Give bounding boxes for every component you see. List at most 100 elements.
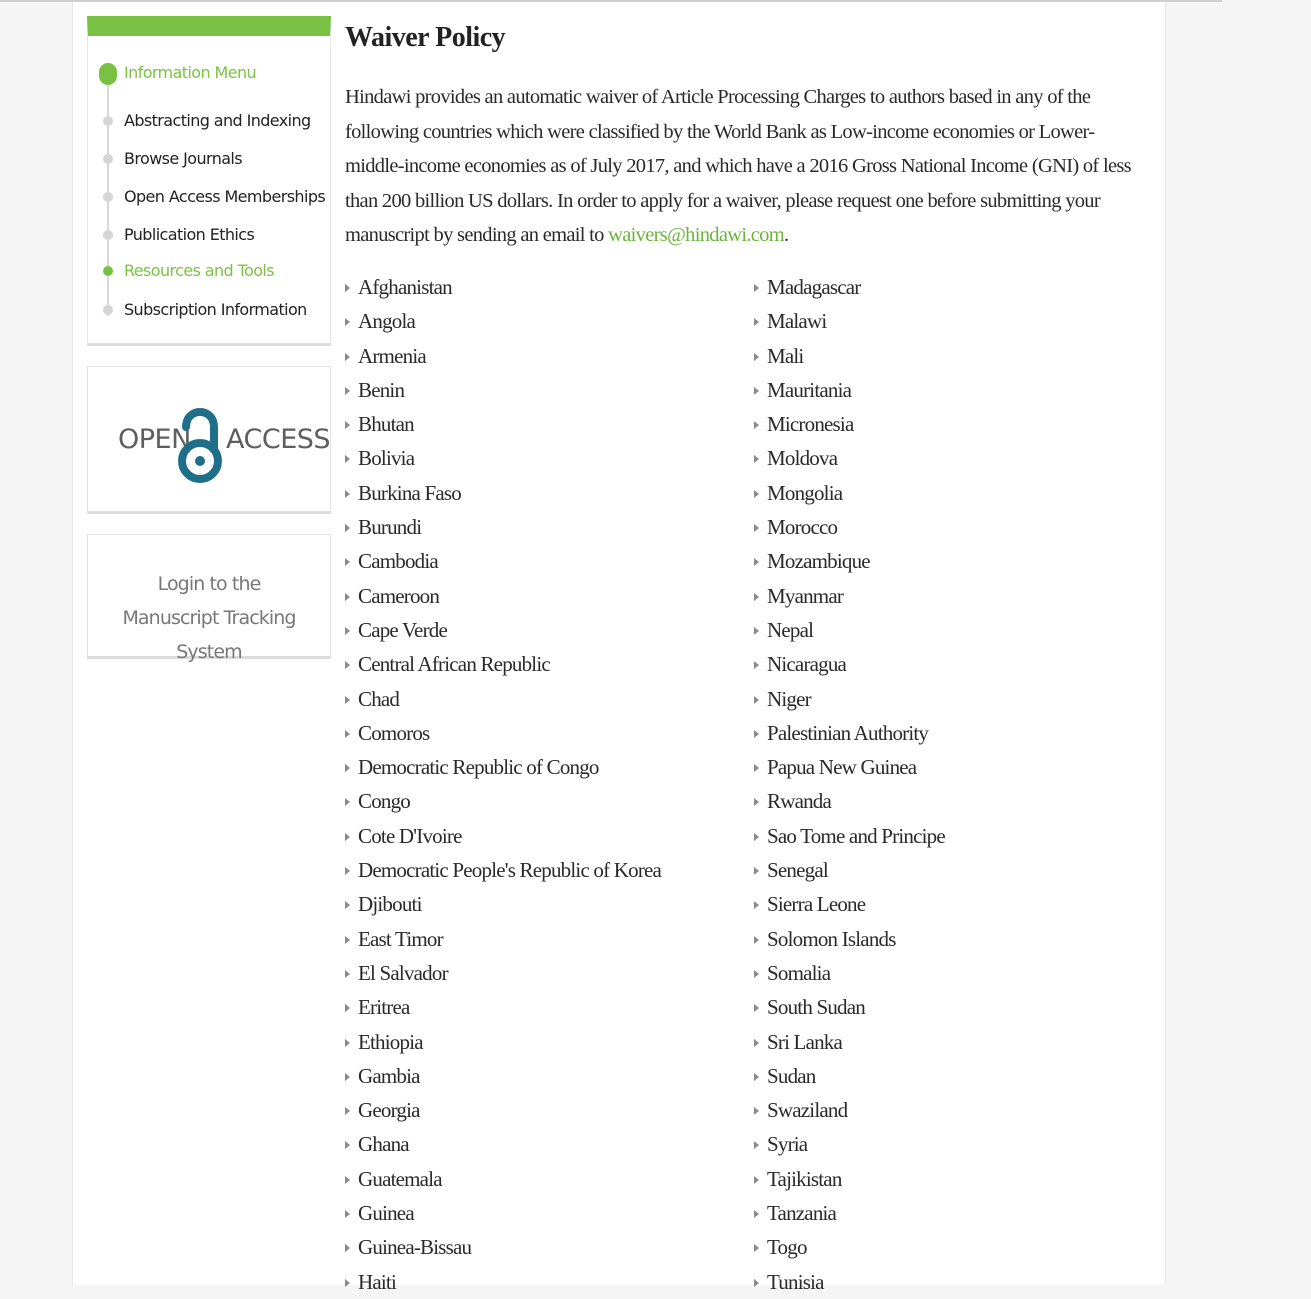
bullet-arrow-icon (345, 661, 350, 670)
country-list-item: Afghanistan (345, 270, 661, 304)
bullet-arrow-icon (754, 969, 759, 978)
bullet-arrow-icon (754, 901, 759, 910)
country-name: Guinea (358, 1201, 415, 1226)
country-name: Tunisia (767, 1269, 824, 1294)
country-name: Bhutan (358, 412, 415, 437)
main-content: Waiver Policy Hindawi provides an automa… (345, 20, 1145, 1294)
country-list-item: Guinea-Bissau (345, 1230, 661, 1264)
bullet-arrow-icon (754, 626, 759, 635)
country-name: Democratic Republic of Congo (358, 755, 599, 780)
bullet-arrow-icon (345, 1175, 350, 1184)
login-manuscript-link[interactable]: Login to the Manuscript Tracking System (114, 567, 304, 669)
country-list-item: Rwanda (754, 784, 945, 818)
country-list-item: Tunisia (754, 1265, 945, 1299)
bullet-arrow-icon (754, 318, 759, 327)
intro-paragraph: Hindawi provides an automatic waiver of … (345, 80, 1145, 253)
country-list-item: Djibouti (345, 887, 661, 921)
open-access-right-text: ACCESS (226, 424, 331, 455)
country-list-item: Sao Tome and Principe (754, 819, 946, 853)
bullet-arrow-icon (754, 489, 759, 498)
bullet-arrow-icon (754, 867, 759, 876)
country-name: Myanmar (767, 583, 844, 608)
country-name: Papua New Guinea (767, 755, 917, 780)
country-list-item: Morocco (754, 510, 945, 544)
bullet-arrow-icon (754, 1072, 759, 1081)
country-name: Cape Verde (358, 617, 448, 642)
country-list-item: Democratic People's Republic of Korea (345, 853, 662, 887)
bullet-arrow-icon (754, 764, 759, 773)
country-name: Sao Tome and Principe (767, 823, 946, 848)
bullet-arrow-icon (345, 867, 350, 876)
country-list-item: Syria (754, 1127, 945, 1161)
page-title: Waiver Policy (345, 22, 506, 53)
country-name: Nepal (767, 617, 814, 642)
country-name: Comoros (358, 720, 430, 745)
country-list-item: El Salvador (345, 956, 661, 990)
bullet-arrow-icon (345, 386, 350, 395)
bullet-arrow-icon (345, 798, 350, 807)
country-name: Guinea-Bissau (358, 1235, 472, 1260)
country-list-item: Mozambique (754, 544, 945, 578)
bullet-arrow-icon (345, 1278, 350, 1287)
bullet-arrow-icon (345, 455, 350, 464)
country-list-item: Cameroon (345, 579, 661, 613)
country-name: Burundi (358, 515, 422, 540)
bullet-arrow-icon (345, 1244, 350, 1253)
country-name: Georgia (358, 1098, 420, 1123)
bullet-icon (103, 230, 113, 240)
sidebar: Information Menu Abstracting and Indexin… (87, 16, 331, 663)
menu-item-label: Abstracting and Indexing (124, 111, 311, 130)
country-name: Sudan (767, 1063, 816, 1088)
bullet-arrow-icon (754, 558, 759, 567)
menu-item-label: Open Access Memberships (124, 187, 326, 206)
country-list-item: Papua New Guinea (754, 750, 945, 784)
country-name: Gambia (358, 1063, 420, 1088)
country-column-right: Madagascar Malawi Mali Mauritania Micronesia… (754, 270, 946, 1299)
open-lock-icon (178, 408, 222, 483)
menu-heading-label: Information Menu (124, 63, 257, 82)
country-list-item: Haiti (345, 1265, 661, 1299)
country-name: Cameroon (358, 583, 440, 608)
country-name: Haiti (358, 1269, 397, 1294)
country-list-item: Niger (754, 682, 945, 716)
country-list-item: Myanmar (754, 579, 945, 613)
bullet-icon (103, 192, 113, 202)
country-list-item: Tanzania (754, 1196, 945, 1230)
bullet-arrow-icon (754, 661, 759, 670)
country-list-item: Chad (345, 682, 661, 716)
country-list-item: Madagascar (754, 270, 945, 304)
bullet-arrow-icon (754, 1038, 759, 1047)
login-manuscript-box[interactable]: Login to the Manuscript Tracking System (87, 534, 331, 663)
country-list-item: Congo (345, 784, 661, 818)
country-name: Somalia (767, 960, 831, 985)
country-list-item: Cambodia (345, 544, 661, 578)
country-list-item: South Sudan (754, 990, 945, 1024)
bullet-arrow-icon (754, 421, 759, 430)
country-list-item: Sri Lanka (754, 1025, 945, 1059)
country-name: Guatemala (358, 1166, 443, 1191)
bullet-icon (103, 116, 113, 126)
country-name: Mozambique (767, 549, 871, 574)
country-list-item: Angola (345, 304, 661, 338)
country-name: Morocco (767, 515, 838, 540)
open-access-banner[interactable]: OPEN ACCESS (87, 366, 331, 514)
bullet-arrow-icon (754, 695, 759, 704)
country-name: Eritrea (358, 995, 410, 1020)
country-name: Sierra Leone (767, 892, 866, 917)
waiver-email-link[interactable]: waivers@hindawi.com (608, 224, 784, 246)
bullet-arrow-icon (754, 1004, 759, 1013)
bullet-arrow-icon (345, 1107, 350, 1116)
bullet-arrow-icon (754, 524, 759, 533)
country-name: Cambodia (358, 549, 439, 574)
bullet-arrow-icon (345, 558, 350, 567)
country-list-item: Mali (754, 339, 945, 373)
country-list-item: Burundi (345, 510, 661, 544)
bullet-arrow-icon (345, 1038, 350, 1047)
menu-heading-dot-icon (99, 63, 117, 85)
country-name: Malawi (767, 309, 827, 334)
country-list-item: Mongolia (754, 476, 945, 510)
bullet-arrow-icon (345, 626, 350, 635)
country-list-item: Cote D'Ivoire (345, 819, 661, 853)
menu-item-label: Subscription Information (124, 300, 307, 319)
bullet-arrow-icon (754, 592, 759, 601)
